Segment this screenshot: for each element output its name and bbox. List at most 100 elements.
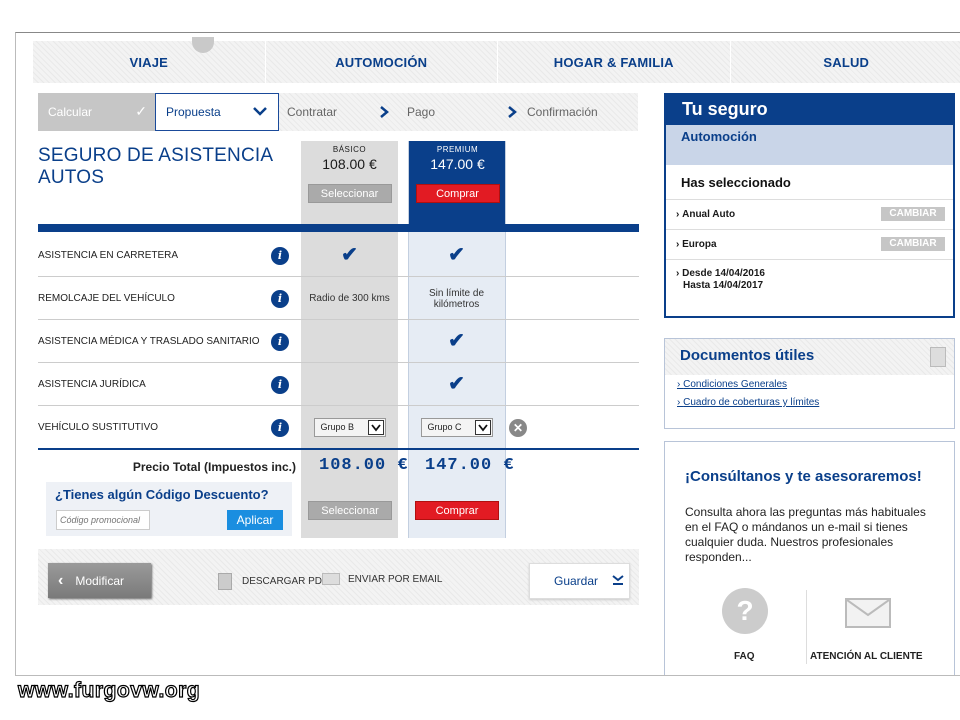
step-calcular[interactable]: Calcular ✓ (38, 93, 155, 131)
coverage-label: ASISTENCIA JURÍDICA (38, 379, 146, 390)
premium-total-price: 147.00 € (425, 456, 515, 475)
send-email-label: ENVIAR POR EMAIL (348, 573, 443, 585)
selected-title: Has seleccionado (681, 175, 791, 190)
change-button[interactable]: CAMBIAR (881, 207, 945, 221)
action-bar: ‹ Modificar DESCARGAR PDF ENVIAR POR EMA… (38, 549, 639, 605)
premium-cell: Sin límite de kilómetros (428, 287, 485, 310)
step-propuesta[interactable]: Propuesta (155, 93, 279, 131)
promo-code-input[interactable] (56, 510, 150, 530)
step-calcular-label: Calcular (48, 105, 93, 119)
date-from-text: Desde 14/04/2016 (682, 268, 765, 279)
chevron-right-icon (380, 106, 389, 118)
main-navigation: VIAJE AUTOMOCIÓN HOGAR & FAMILIA SALUD (32, 37, 960, 83)
step-contratar-label: Contratar (287, 105, 338, 119)
chevron-left-icon: ‹ (58, 571, 64, 589)
change-button[interactable]: CAMBIAR (881, 237, 945, 251)
premium-plan-price: 147.00 € (430, 156, 485, 172)
summary-item-label: Europa (682, 239, 717, 250)
doc-link-label: Cuadro de coberturas y límites (683, 397, 820, 408)
basic-cell: Grupo B (301, 406, 398, 449)
info-icon[interactable]: i (271, 419, 289, 437)
insurance-summary-panel: Tu seguro Automoción Has seleccionado › … (664, 93, 955, 318)
coverage-label: VEHÍCULO SUSTITUTIVO (38, 422, 159, 433)
premium-cell: ✔ (408, 234, 505, 277)
useful-documents-panel: Documentos útiles › Condiciones Generale… (664, 338, 955, 429)
nav-tab-automocion[interactable]: AUTOMOCIÓN (264, 41, 498, 83)
summary-dates: › Desde 14/04/2016 Hasta 14/04/2017 (666, 259, 953, 292)
docs-title: Documentos útiles (680, 347, 815, 364)
download-pdf-label: DESCARGAR PDF (242, 576, 329, 587)
page-title-line2: AUTOS (38, 167, 105, 188)
discount-code-box: ¿Tienes algún Código Descuento? Aplicar (46, 482, 292, 536)
step-propuesta-label: Propuesta (166, 105, 221, 119)
info-icon[interactable]: i (271, 290, 289, 308)
coverage-row: VEHÍCULO SUSTITUTIVO i Grupo B Grupo C ✕ (38, 406, 639, 449)
premium-cell: ✔ (408, 320, 505, 363)
checkout-steps: Calcular ✓ Propuesta Contratar Pago Conf… (38, 93, 638, 131)
info-icon[interactable]: i (271, 247, 289, 265)
remove-icon[interactable]: ✕ (509, 419, 527, 437)
coverage-label: REMOLCAJE DEL VEHÍCULO (38, 293, 175, 304)
check-icon: ✓ (135, 103, 147, 119)
page-title: SEGURO DE ASISTENCIA AUTOS (38, 145, 273, 189)
select-basic-button[interactable]: Seleccionar (307, 184, 392, 203)
basic-vehicle-group-select[interactable]: Grupo B (313, 418, 386, 437)
save-button[interactable]: Guardar (529, 563, 630, 599)
buy-premium-bottom-button[interactable]: Comprar (415, 501, 499, 520)
doc-link-general-conditions[interactable]: › Condiciones Generales (665, 377, 954, 393)
premium-plan-name: PREMIUM (436, 145, 479, 154)
apply-button[interactable]: Aplicar (227, 510, 283, 530)
nav-tab-viaje[interactable]: VIAJE (32, 41, 265, 83)
basic-plan-name: BÁSICO (332, 145, 367, 154)
envelope-icon[interactable] (845, 598, 891, 628)
page-frame: VIAJE AUTOMOCIÓN HOGAR & FAMILIA SALUD C… (15, 32, 960, 676)
divider (806, 590, 807, 664)
help-panel: ¡Consúltanos y te asesoraremos! Consulta… (664, 441, 955, 675)
modify-label: Modificar (75, 573, 125, 588)
summary-item: › Anual Auto CAMBIAR (666, 199, 953, 229)
customer-service-label[interactable]: ATENCIÓN AL CLIENTE (810, 651, 923, 662)
chevron-down-icon (253, 107, 267, 116)
download-pdf-link[interactable]: DESCARGAR PDF (218, 573, 328, 590)
date-to: Hasta 14/04/2017 (683, 280, 764, 291)
table-bottom-divider (38, 448, 639, 450)
premium-vehicle-group-value: Grupo C (427, 422, 462, 432)
nav-tab-salud[interactable]: SALUD (729, 41, 960, 83)
mail-icon (322, 573, 340, 585)
summary-item: › Europa CAMBIAR (666, 229, 953, 259)
check-icon: ✔ (448, 373, 465, 395)
basic-plan-header: BÁSICO 108.00 € Seleccionar (301, 141, 398, 203)
step-confirmacion: Confirmación (519, 93, 629, 131)
question-icon[interactable]: ? (722, 588, 768, 634)
coverage-row: ASISTENCIA JURÍDICA i ✔ (38, 363, 639, 406)
info-icon[interactable]: i (271, 333, 289, 351)
premium-cell: Grupo C (408, 406, 505, 449)
send-email-link[interactable]: ENVIAR POR EMAIL (322, 573, 442, 585)
info-icon[interactable]: i (271, 376, 289, 394)
check-icon: ✔ (341, 244, 358, 266)
help-title: ¡Consúltanos y te asesoraremos! (685, 468, 922, 485)
summary-title: Tu seguro (666, 95, 953, 125)
basic-cell: Radio de 300 kms (309, 293, 390, 304)
step-pago: Pago (399, 93, 519, 131)
date-from: › Desde 14/04/2016 (676, 268, 765, 279)
coverage-row: ASISTENCIA EN CARRETERA i ✔ ✔ (38, 234, 639, 277)
nav-tab-hogar-familia[interactable]: HOGAR & FAMILIA (497, 41, 730, 83)
step-confirmacion-label: Confirmación (527, 105, 598, 119)
doc-link-coverage-table[interactable]: › Cuadro de coberturas y límites (665, 395, 954, 411)
download-icon (612, 574, 624, 588)
premium-vehicle-group-select[interactable]: Grupo C (420, 418, 493, 437)
premium-cell: ✔ (408, 363, 505, 406)
modify-button[interactable]: ‹ Modificar (48, 563, 151, 598)
pdf-icon (930, 347, 946, 367)
discount-title: ¿Tienes algún Código Descuento? (55, 487, 269, 502)
buy-premium-button[interactable]: Comprar (415, 184, 500, 203)
select-basic-bottom-button[interactable]: Seleccionar (308, 501, 392, 520)
summary-section: Automoción (666, 125, 953, 165)
pdf-icon (218, 573, 232, 590)
coverage-label: ASISTENCIA MÉDICA Y TRASLADO SANITARIO (38, 336, 260, 347)
faq-label[interactable]: FAQ (734, 651, 755, 662)
watermark: www.furgovw.org (17, 678, 201, 702)
chevron-right-icon (508, 106, 517, 118)
coverage-row: REMOLCAJE DEL VEHÍCULO i Radio de 300 km… (38, 277, 639, 320)
